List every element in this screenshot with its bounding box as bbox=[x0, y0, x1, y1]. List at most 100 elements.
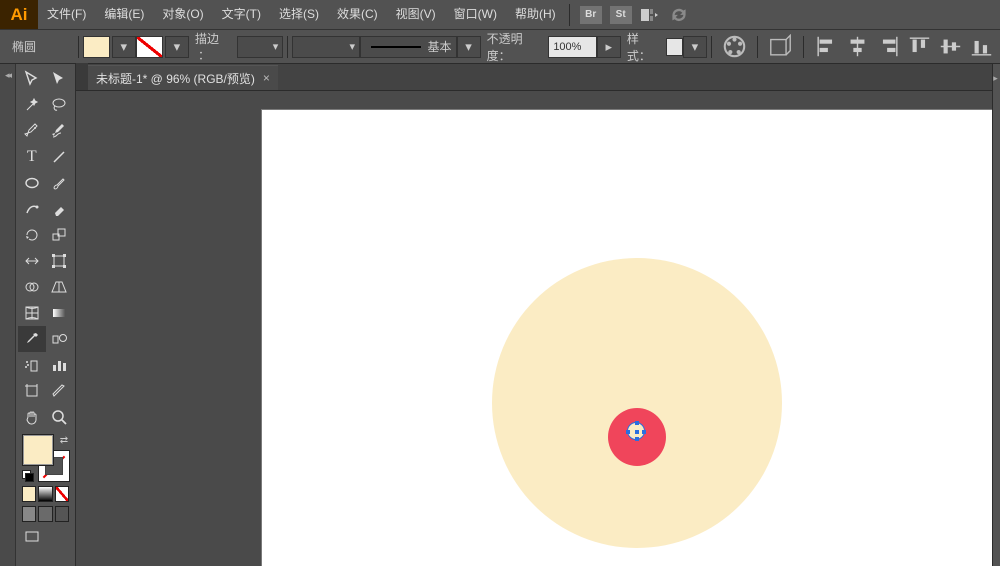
selection-type-label: 椭圆 bbox=[6, 38, 74, 55]
opacity-label: 不透明度： bbox=[487, 30, 545, 64]
width-tool[interactable] bbox=[18, 248, 46, 274]
anchor-point[interactable] bbox=[635, 421, 639, 425]
zoom-tool[interactable] bbox=[46, 404, 74, 430]
slice-tool[interactable] bbox=[46, 378, 74, 404]
menu-window[interactable]: 窗口(W) bbox=[445, 0, 506, 29]
ellipse-tool[interactable] bbox=[18, 170, 46, 196]
align-bottom-icon[interactable] bbox=[969, 36, 994, 58]
expand-icon: ▸ bbox=[992, 74, 1000, 84]
menu-type[interactable]: 文字(T) bbox=[213, 0, 270, 29]
menu-effect[interactable]: 效果(C) bbox=[328, 0, 387, 29]
tab-strip-pad bbox=[76, 63, 88, 90]
perspective-grid-tool[interactable] bbox=[46, 274, 74, 300]
gradient-tool[interactable] bbox=[46, 300, 74, 326]
menu-object[interactable]: 对象(O) bbox=[153, 0, 212, 29]
screen-mode-icon[interactable] bbox=[18, 524, 46, 550]
variable-width-profile[interactable]: ▾ bbox=[292, 36, 360, 58]
sync-settings-icon[interactable] bbox=[668, 6, 690, 24]
color-mode-gradient[interactable] bbox=[38, 486, 52, 502]
lasso-tool[interactable] bbox=[46, 92, 74, 118]
shaper-tool[interactable] bbox=[18, 196, 46, 222]
control-tail-icons bbox=[722, 36, 994, 58]
anchor-point[interactable] bbox=[635, 437, 639, 441]
artboard[interactable] bbox=[261, 109, 992, 566]
fill-swatch[interactable] bbox=[83, 36, 110, 58]
menu-help[interactable]: 帮助(H) bbox=[506, 0, 565, 29]
rotate-tool[interactable] bbox=[18, 222, 46, 248]
menu-edit[interactable]: 编辑(E) bbox=[95, 0, 153, 29]
arrange-documents-icon[interactable] bbox=[640, 6, 660, 24]
color-mode-none[interactable] bbox=[55, 486, 69, 502]
pen-tool[interactable] bbox=[18, 118, 46, 144]
column-graph-tool[interactable] bbox=[46, 352, 74, 378]
stroke-swatch[interactable] bbox=[136, 36, 163, 58]
stroke-swatch-dropdown[interactable]: ▾ bbox=[165, 36, 189, 58]
chevron-down-icon: ▾ bbox=[349, 40, 355, 53]
menu-select[interactable]: 选择(S) bbox=[270, 0, 328, 29]
opacity-popup[interactable]: ▸ bbox=[597, 36, 621, 58]
close-tab-icon[interactable]: × bbox=[263, 71, 270, 85]
artboard-tool[interactable] bbox=[18, 378, 46, 404]
symbol-sprayer-tool[interactable] bbox=[18, 352, 46, 378]
bridge-button[interactable]: Br bbox=[580, 6, 602, 24]
selected-ellipse-object[interactable] bbox=[627, 422, 645, 440]
mesh-tool[interactable] bbox=[18, 300, 46, 326]
right-panel-gutter[interactable]: ▸ bbox=[992, 64, 1000, 566]
isolate-object-icon[interactable] bbox=[768, 36, 793, 58]
workspace: ◂◂ T bbox=[0, 64, 1000, 566]
line-segment-tool[interactable] bbox=[46, 144, 74, 170]
canvas[interactable] bbox=[76, 91, 992, 566]
document-tab[interactable]: 未标题-1* @ 96% (RGB/预览) × bbox=[88, 65, 278, 90]
draw-normal-icon[interactable] bbox=[22, 506, 36, 522]
align-left-icon[interactable] bbox=[814, 36, 839, 58]
blend-tool[interactable] bbox=[46, 326, 74, 352]
draw-inside-icon[interactable] bbox=[55, 506, 69, 522]
draw-behind-icon[interactable] bbox=[38, 506, 52, 522]
menu-view[interactable]: 视图(V) bbox=[387, 0, 445, 29]
graphic-style-swatch[interactable] bbox=[666, 38, 683, 56]
separator bbox=[287, 36, 288, 58]
brush-dropdown[interactable]: ▾ bbox=[457, 36, 481, 58]
control-bar: 椭圆 ▾ ▾ 描边 ∶ ▾ ▾ 基本 ▾ 不透明度： 100% ▸ 样式： ▾ bbox=[0, 29, 1000, 64]
style-label: 样式： bbox=[627, 30, 662, 64]
draw-mode-row bbox=[18, 506, 73, 522]
free-transform-tool[interactable] bbox=[46, 248, 74, 274]
graphic-style-dropdown[interactable]: ▾ bbox=[683, 36, 707, 58]
swap-fill-stroke-icon[interactable]: ⇄ bbox=[58, 434, 70, 446]
menu-file[interactable]: 文件(F) bbox=[38, 0, 95, 29]
eyedropper-tool[interactable] bbox=[18, 326, 46, 352]
paintbrush-tool[interactable] bbox=[46, 170, 74, 196]
center-point[interactable] bbox=[635, 430, 639, 434]
hand-tool[interactable] bbox=[18, 404, 46, 430]
eraser-tool[interactable] bbox=[46, 196, 74, 222]
fill-color-chip[interactable] bbox=[22, 434, 54, 466]
type-tool[interactable]: T bbox=[18, 144, 46, 170]
brush-definition[interactable]: 基本 bbox=[360, 36, 457, 58]
opacity-input[interactable]: 100% bbox=[548, 36, 596, 58]
align-vcenter-icon[interactable] bbox=[938, 36, 963, 58]
document-area: 未标题-1* @ 96% (RGB/预览) × bbox=[76, 64, 992, 566]
selection-tool[interactable] bbox=[18, 66, 46, 92]
scale-tool[interactable] bbox=[46, 222, 74, 248]
align-right-icon[interactable] bbox=[876, 36, 901, 58]
magic-wand-tool[interactable] bbox=[18, 92, 46, 118]
color-mode-solid[interactable] bbox=[22, 486, 36, 502]
separator bbox=[803, 36, 804, 58]
shape-builder-tool[interactable] bbox=[18, 274, 46, 300]
align-top-icon[interactable] bbox=[907, 36, 932, 58]
recolor-artwork-icon[interactable] bbox=[722, 36, 747, 58]
app-logo: Ai bbox=[0, 0, 38, 29]
fill-stroke-indicator[interactable]: ⇄ bbox=[22, 434, 70, 482]
stroke-weight-input[interactable]: ▾ bbox=[237, 36, 284, 58]
direct-selection-tool[interactable] bbox=[46, 66, 74, 92]
stock-button[interactable]: St bbox=[610, 6, 632, 24]
separator bbox=[757, 36, 758, 58]
stroke-label: 描边 ∶ bbox=[195, 30, 233, 64]
align-hcenter-icon[interactable] bbox=[845, 36, 870, 58]
cream-ellipse-object[interactable] bbox=[492, 258, 782, 548]
chevron-down-icon: ▾ bbox=[273, 40, 279, 53]
curvature-tool[interactable] bbox=[46, 118, 74, 144]
fill-swatch-dropdown[interactable]: ▾ bbox=[112, 36, 136, 58]
default-fill-stroke-icon[interactable] bbox=[22, 470, 34, 482]
left-panel-gutter[interactable]: ◂◂ bbox=[0, 64, 16, 566]
